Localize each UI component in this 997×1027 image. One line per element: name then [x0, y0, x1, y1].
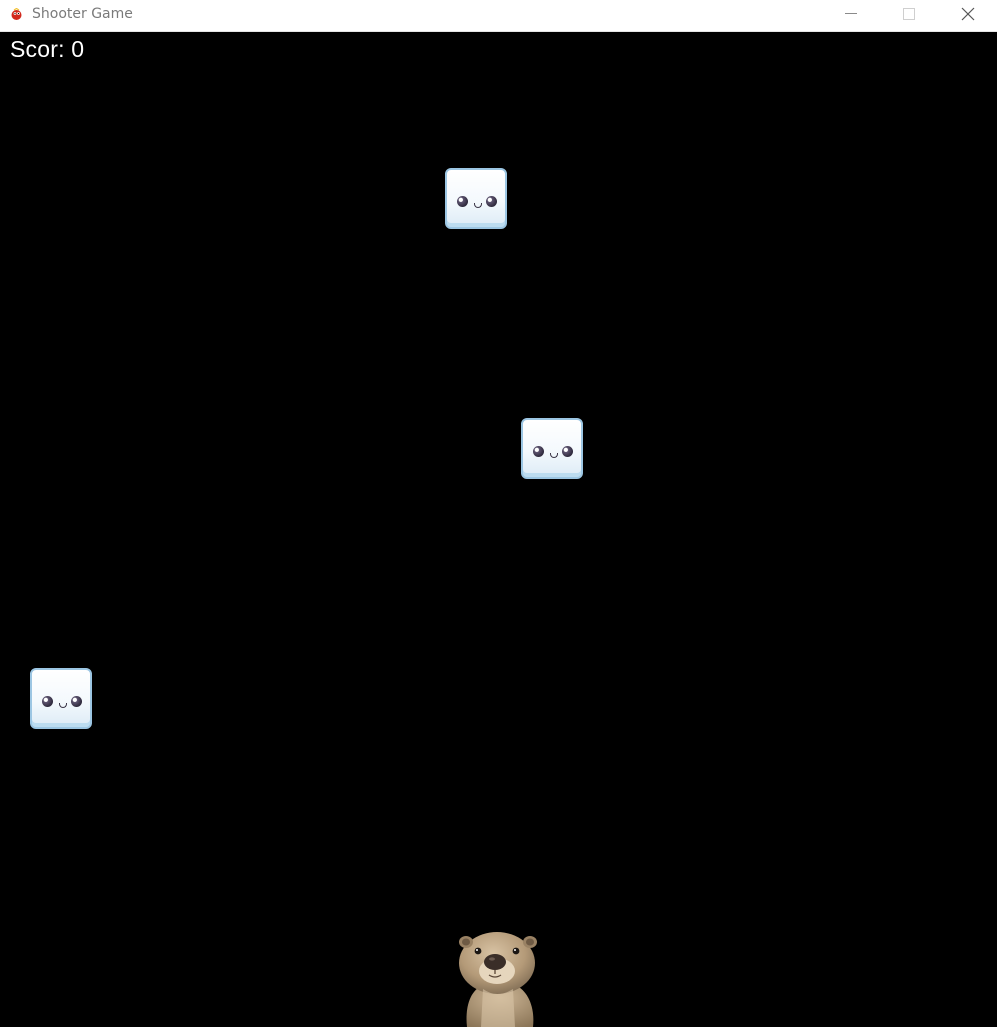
marshmallow-enemy — [521, 418, 583, 479]
score-value: 0 — [71, 36, 85, 62]
enemy-mouth — [474, 203, 482, 208]
enemy-left-eye — [457, 196, 468, 207]
enemy-left-eye — [533, 446, 544, 457]
window-titlebar: Shooter Game — [0, 0, 997, 32]
close-button[interactable] — [944, 0, 990, 30]
enemy-right-eye — [562, 446, 573, 457]
enemy-mouth — [550, 453, 558, 458]
marshmallow-enemy — [30, 668, 92, 729]
enemy-right-eye — [71, 696, 82, 707]
enemy-mouth — [59, 703, 67, 708]
minimize-icon — [845, 13, 857, 14]
otter-player — [459, 932, 537, 1027]
game-canvas[interactable]: Scor: 0 — [0, 32, 997, 1027]
minimize-button[interactable] — [828, 0, 874, 30]
pygame-snake-icon — [11, 8, 22, 20]
marshmallow-enemy — [445, 168, 507, 229]
close-icon — [961, 7, 975, 21]
maximize-button[interactable] — [886, 0, 932, 30]
enemy-right-eye — [486, 196, 497, 207]
score-label: Scor: — [10, 36, 65, 62]
score-display: Scor: 0 — [10, 36, 84, 63]
maximize-icon — [903, 8, 915, 20]
window-title: Shooter Game — [32, 6, 133, 22]
enemy-left-eye — [42, 696, 53, 707]
